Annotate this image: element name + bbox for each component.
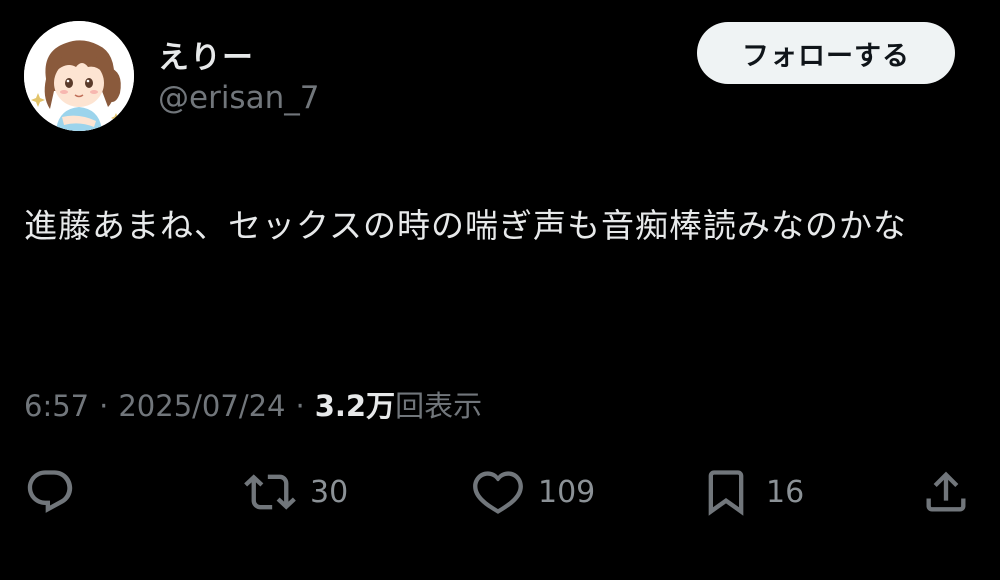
tweet-date[interactable]: 2025/07/24 [118, 389, 285, 423]
share-button[interactable] [920, 466, 972, 518]
follow-button[interactable]: フォローする [697, 22, 955, 84]
bookmark-icon [708, 470, 744, 516]
like-button[interactable]: 109 [472, 466, 595, 518]
meta-separator: · [99, 389, 109, 423]
avatar-illustration [24, 21, 134, 131]
view-count-label: 回表示 [395, 389, 483, 423]
user-handle[interactable]: @erisan_7 [158, 80, 319, 116]
retweet-count: 30 [310, 474, 349, 510]
tweet-meta: 6:57 · 2025/07/24 · 3.2万 回表示 [24, 383, 482, 425]
retweet-icon [244, 474, 296, 510]
tweet-time[interactable]: 6:57 [24, 389, 89, 423]
share-icon [926, 471, 966, 512]
view-count[interactable]: 3.2万 [315, 383, 395, 425]
like-count: 109 [538, 474, 596, 510]
meta-separator: · [295, 389, 305, 423]
reply-icon [27, 470, 73, 513]
bookmark-button[interactable]: 16 [700, 466, 804, 518]
tweet-card: えりー @erisan_7 フォローする 進藤あまね、セックスの時の喘ぎ声も音痴… [0, 0, 1000, 580]
tweet-text: 進藤あまね、セックスの時の喘ぎ声も音痴棒読みなのかな [24, 206, 908, 245]
display-name[interactable]: えりー [158, 32, 254, 77]
reply-button[interactable] [24, 466, 76, 518]
bookmark-count: 16 [766, 474, 805, 510]
retweet-button[interactable]: 30 [244, 466, 348, 518]
heart-icon [473, 471, 523, 514]
avatar[interactable] [24, 21, 134, 131]
